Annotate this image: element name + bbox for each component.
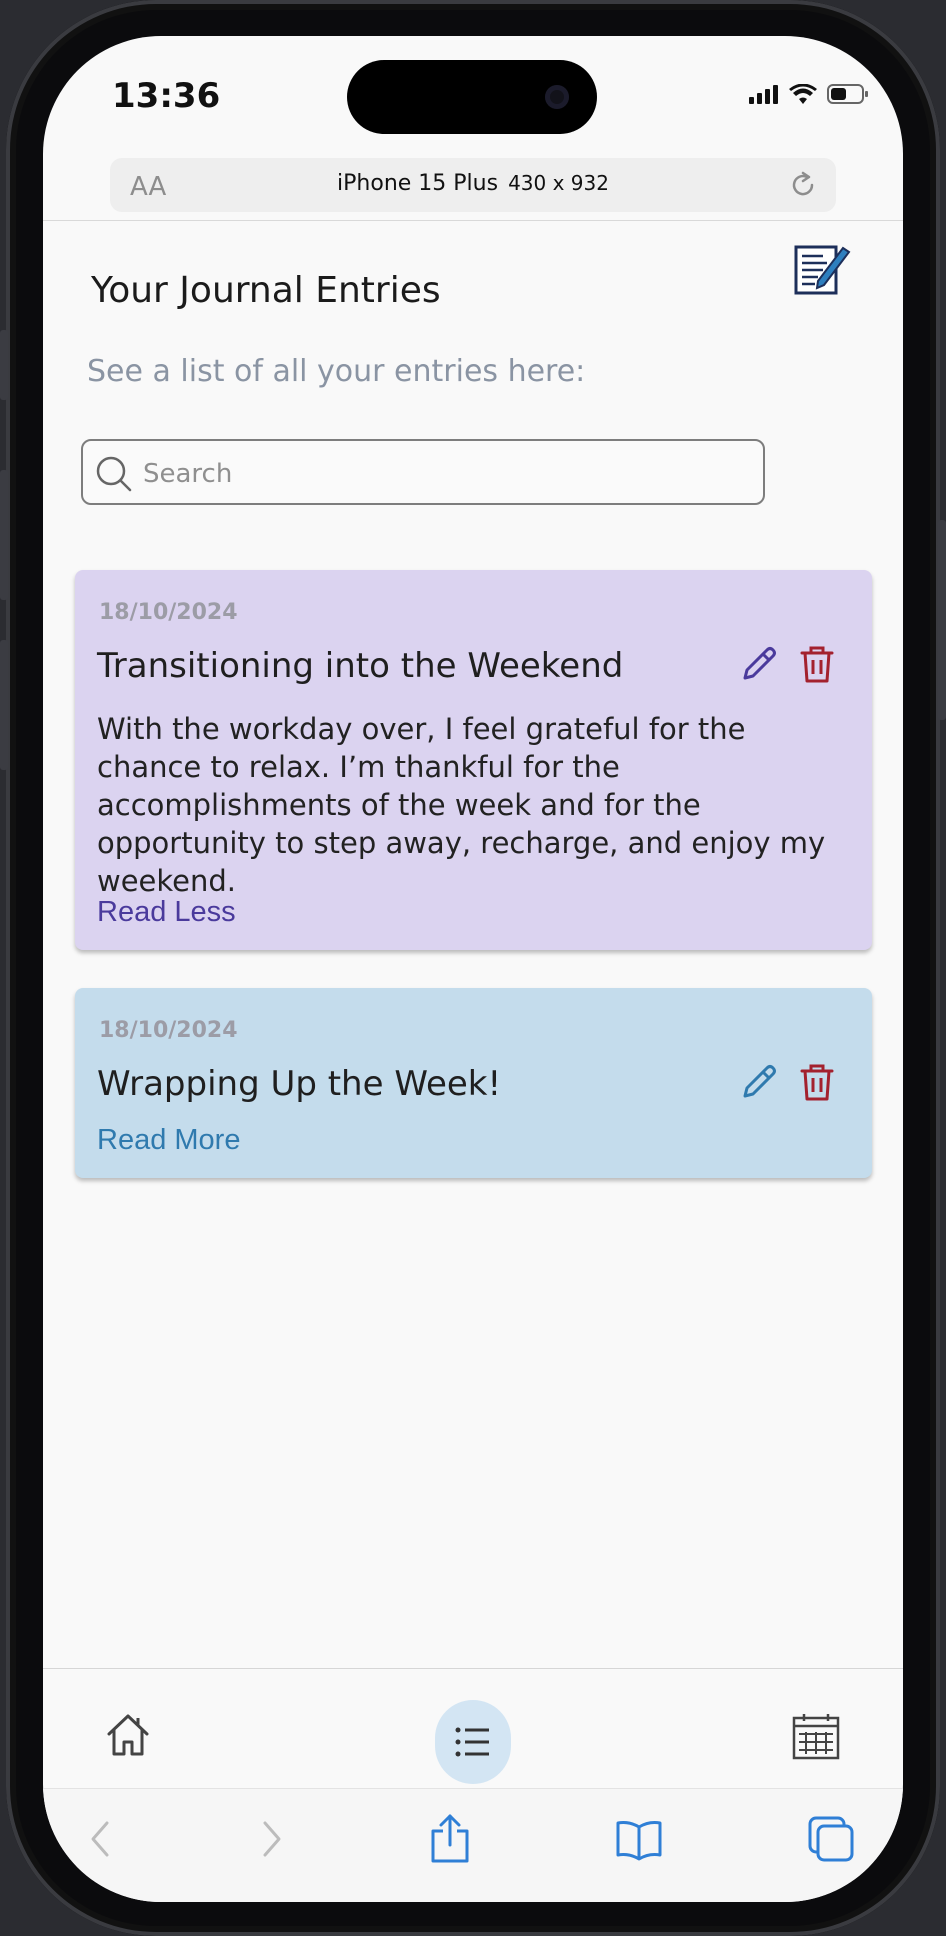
reload-icon[interactable] <box>788 170 818 200</box>
side-button <box>0 330 8 400</box>
list-icon <box>455 1727 489 1757</box>
read-more-link[interactable]: Read More <box>97 1124 240 1157</box>
divider <box>43 1668 903 1669</box>
battery-icon <box>827 84 868 104</box>
wifi-icon <box>789 84 817 104</box>
search-box[interactable] <box>81 439 765 505</box>
search-input[interactable] <box>141 453 745 495</box>
bookmarks-icon[interactable] <box>615 1819 663 1861</box>
list-tab[interactable] <box>435 1700 511 1784</box>
signal-icon <box>749 85 778 104</box>
url-text: iPhone 15 Plus 430 x 932 <box>110 171 836 196</box>
home-icon[interactable] <box>105 1712 151 1758</box>
side-button <box>0 640 8 770</box>
browser-toolbar <box>43 1789 903 1902</box>
back-icon[interactable] <box>89 1819 111 1859</box>
entry-date: 18/10/2024 <box>99 600 238 625</box>
search-icon <box>96 456 132 492</box>
url-bar[interactable]: AA iPhone 15 Plus 430 x 932 <box>110 158 836 212</box>
entry-date: 18/10/2024 <box>99 1018 238 1043</box>
page-subtitle: See a list of all your entries here: <box>87 354 586 389</box>
device-size: 430 x 932 <box>508 171 609 195</box>
new-entry-icon[interactable] <box>793 242 851 298</box>
share-icon[interactable] <box>429 1813 471 1863</box>
status-time: 13:36 <box>112 76 221 116</box>
camera <box>545 85 569 109</box>
side-button <box>938 520 946 720</box>
entry-title: Wrapping Up the Week! <box>97 1064 502 1104</box>
screen: 13:36 AA iPhone 15 Plus 430 x 932 Your J… <box>43 36 903 1902</box>
side-button <box>0 470 8 600</box>
page-title: Your Journal Entries <box>91 270 441 311</box>
trash-icon[interactable] <box>799 644 835 684</box>
journal-entry-card: 18/10/2024 Transitioning into the Weeken… <box>75 570 872 950</box>
tabs-icon[interactable] <box>807 1815 855 1863</box>
edit-icon[interactable] <box>739 644 779 684</box>
entry-body: With the workday over, I feel grateful f… <box>97 712 826 898</box>
divider <box>43 220 903 221</box>
status-icons <box>749 84 869 104</box>
calendar-icon[interactable] <box>791 1712 841 1760</box>
entry-title: Transitioning into the Weekend <box>97 646 624 686</box>
journal-entry-card: 18/10/2024 Wrapping Up the Week! Read Mo… <box>75 988 872 1178</box>
trash-icon[interactable] <box>799 1062 835 1102</box>
read-less-link[interactable]: Read Less <box>97 896 236 929</box>
device-name: iPhone 15 Plus <box>337 171 499 196</box>
dynamic-island <box>347 60 597 134</box>
forward-icon[interactable] <box>261 1819 283 1859</box>
edit-icon[interactable] <box>739 1062 779 1102</box>
